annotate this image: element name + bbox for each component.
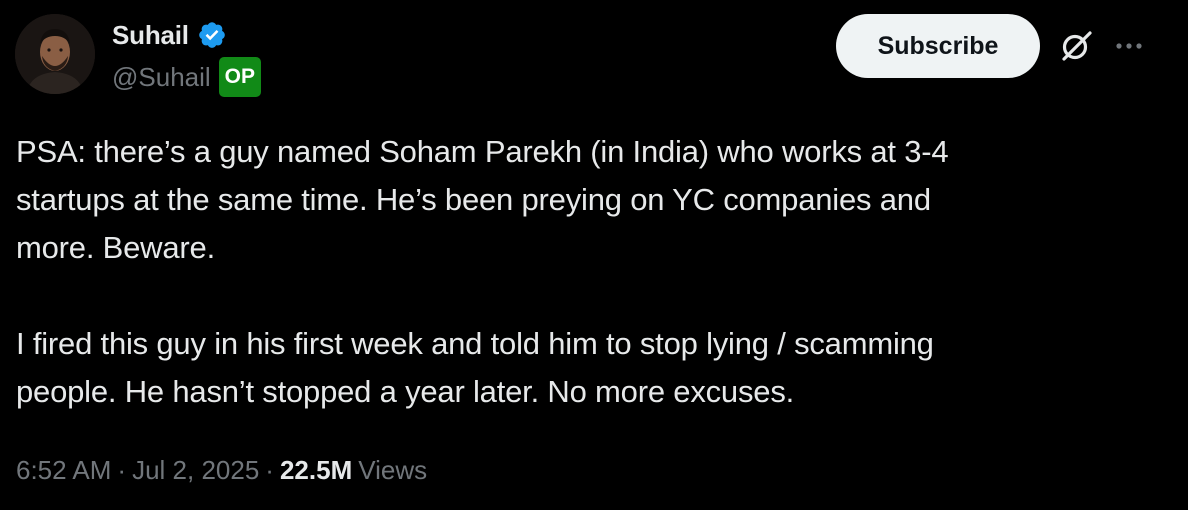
tweet-paragraph: I fired this guy in his first week and t… <box>16 326 934 409</box>
op-badge: OP <box>218 57 262 97</box>
tweet-text: PSA: there’s a guy named Soham Parekh (i… <box>16 128 1156 416</box>
tweet: Suhail @Suhail OP Subscribe PSA: there’s… <box>0 0 1188 510</box>
avatar[interactable] <box>15 14 95 94</box>
views-label[interactable]: Views <box>358 455 427 486</box>
separator-dot: · <box>265 454 274 485</box>
grok-icon[interactable] <box>1058 28 1094 64</box>
user-handle[interactable]: @Suhail <box>112 62 211 93</box>
display-name-row: Suhail <box>112 18 227 52</box>
handle-row: @Suhail OP <box>112 56 262 98</box>
verified-badge-icon[interactable] <box>197 20 227 50</box>
post-time[interactable]: 6:52 AM <box>16 455 111 486</box>
tweet-paragraph: PSA: there’s a guy named Soham Parekh (i… <box>16 134 949 265</box>
post-date[interactable]: Jul 2, 2025 <box>132 455 259 486</box>
display-name[interactable]: Suhail <box>112 20 189 51</box>
tweet-metadata: 6:52 AM · Jul 2, 2025 · 22.5M Views <box>16 446 427 494</box>
avatar-photo-icon <box>15 14 95 94</box>
subscribe-button[interactable]: Subscribe <box>836 14 1040 78</box>
separator-dot: · <box>117 454 127 485</box>
more-horizontal-icon[interactable] <box>1112 34 1146 58</box>
views-count[interactable]: 22.5M <box>280 455 352 486</box>
